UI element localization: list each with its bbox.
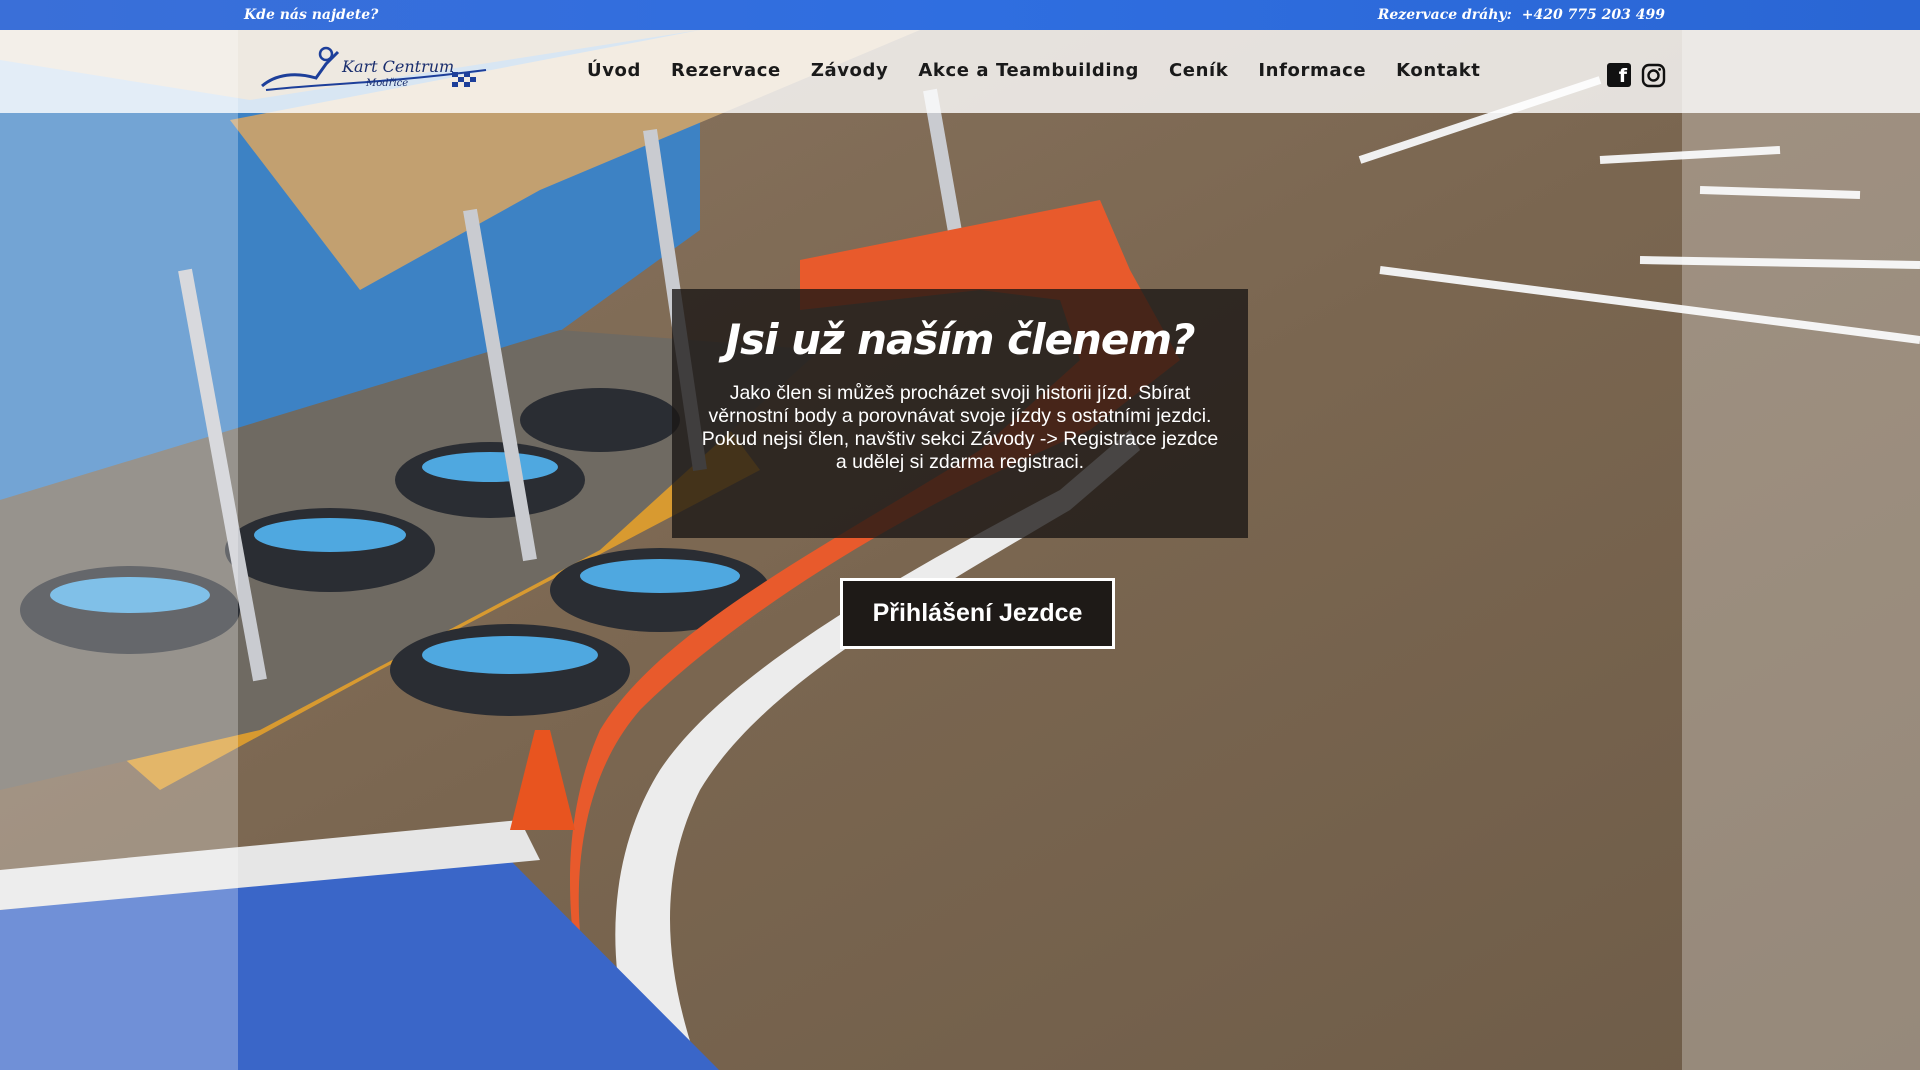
member-description: Jako člen si můžeš procházet svoji histo… [701, 382, 1219, 473]
logo-title-text: Kart Centrum [341, 57, 454, 76]
driver-login-button[interactable]: Přihlášení Jezdce [840, 578, 1115, 649]
phone-number[interactable]: +420 775 203 499 [1522, 7, 1665, 23]
reservation-label: Rezervace dráhy: [1377, 7, 1512, 23]
member-title: Jsi už naším členem? [725, 315, 1196, 364]
nav-item-rezervace[interactable]: Rezervace [671, 60, 781, 81]
bottom-strip [0, 1070, 1920, 1081]
nav-item-cenik[interactable]: Ceník [1169, 60, 1228, 81]
nav-item-uvod[interactable]: Úvod [587, 60, 641, 81]
track-photo [0, 30, 1920, 1071]
instagram-icon[interactable] [1641, 63, 1666, 88]
nav-item-zavody[interactable]: Závody [811, 60, 889, 81]
facebook-icon[interactable]: f [1607, 63, 1631, 87]
where-to-find-us-link[interactable]: Kde nás najdete? [244, 7, 378, 23]
main-nav: Úvod Rezervace Závody Akce a Teambuildin… [587, 60, 1511, 81]
site-header: Kart Centrum Modřice Úvod Rezervace Závo… [0, 30, 1920, 113]
logo-subtitle-text: Modřice [365, 78, 408, 89]
logo-graphic: Kart Centrum Modřice [261, 46, 487, 91]
member-info-box: Jsi už naším členem? Jako člen si můžeš … [672, 289, 1248, 538]
social-links: f [1607, 63, 1666, 88]
nav-item-akce-teambuilding[interactable]: Akce a Teambuilding [918, 60, 1139, 81]
reservation-phone: Rezervace dráhy: +420 775 203 499 [1378, 7, 1665, 23]
nav-item-kontakt[interactable]: Kontakt [1396, 60, 1480, 81]
kart-centrum-logo[interactable]: Kart Centrum Modřice [256, 44, 496, 100]
hero-background [0, 30, 1920, 1071]
nav-item-informace[interactable]: Informace [1258, 60, 1366, 81]
top-bar: Kde nás najdete? Rezervace dráhy: +420 77… [0, 0, 1920, 30]
